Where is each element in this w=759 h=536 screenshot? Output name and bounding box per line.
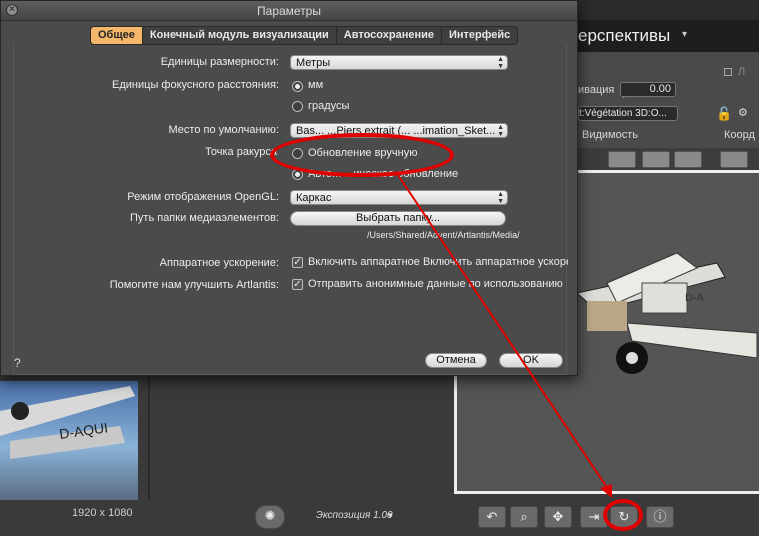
view-grid-icon[interactable]	[720, 151, 748, 168]
units-label: Единицы размерности:	[160, 56, 279, 68]
perspective-title: ерспективы	[578, 26, 671, 45]
preview-thumbnail[interactable]: D-AQUI	[0, 381, 138, 501]
activation-label: ивация	[578, 84, 615, 96]
thumbnail-airplane-image: D-AQUI	[0, 386, 135, 459]
inspector-panel: ☐ Л ивация ( 🔓 ⚙ Видимость Коорд	[578, 52, 759, 148]
tab-render-engine[interactable]: Конечный модуль визуализации	[143, 27, 337, 44]
view-fit-icon[interactable]	[642, 151, 670, 168]
choose-folder-button[interactable]: Выбрать папку...	[290, 211, 506, 226]
undo-icon[interactable]: ↶	[478, 506, 506, 528]
media-path-label: Путь папки медиаэлементов:	[130, 212, 279, 224]
view-window-icon[interactable]	[674, 151, 702, 168]
media-path-value: /Users/Shared/Advent/Artlantis/Media/	[367, 230, 520, 240]
popup-arrows-icon: ▲ ▼	[497, 124, 504, 138]
help-icon[interactable]: ?	[14, 356, 21, 370]
tab-interface[interactable]: Интерфейс	[442, 27, 517, 44]
default-place-label: Место по умолчанию:	[168, 124, 280, 136]
popup-arrows-icon: ▲ ▼	[497, 191, 504, 205]
ok-button[interactable]: OK	[499, 353, 563, 368]
view-frame-icon[interactable]	[608, 151, 636, 168]
activation-field[interactable]: 0.00	[620, 82, 676, 97]
focal-units-label: Единицы фокусного расстояния:	[112, 79, 279, 91]
lock-checkbox[interactable]: ☐	[723, 66, 733, 79]
lock-label: Л	[738, 66, 746, 78]
resolution-label: 1920 x 1080	[72, 507, 133, 519]
general-tab-content	[13, 44, 567, 375]
annotation-ring-manual-update	[270, 133, 454, 177]
improve-text: Отправить анонимные данные по использова…	[308, 278, 563, 290]
dialog-title: Параметры	[257, 4, 321, 18]
cancel-button[interactable]: Отмена	[425, 353, 487, 368]
improve-label: Помогите нам улучшить Artlantis:	[109, 279, 279, 291]
info-icon[interactable]: ⓘ	[646, 506, 674, 528]
svg-text:D-A: D-A	[685, 292, 705, 304]
focal-degrees-label: градусы	[308, 100, 350, 112]
opengl-popup[interactable]: Каркас ▲ ▼	[290, 190, 508, 205]
focal-mm-label: мм	[308, 79, 324, 91]
perspective-menu-chevron-icon[interactable]: ▾	[682, 29, 687, 40]
settings-icon[interactable]: ⚙	[738, 106, 748, 119]
hw-accel-checkbox[interactable]: ✓	[292, 257, 303, 268]
exposure-dropdown-icon[interactable]: ▾	[388, 510, 393, 521]
tab-bar: Общее Конечный модуль визуализации Автос…	[90, 26, 519, 45]
focal-degrees-radio[interactable]	[292, 101, 303, 112]
vegetation-select[interactable]: t:Végétation 3D:O...	[578, 106, 678, 121]
units-popup[interactable]: Метры ▲ ▼	[290, 55, 508, 70]
coords-header: Коорд	[724, 129, 755, 141]
visibility-header: Видимость	[582, 129, 638, 141]
viewpoint-label: Точка ракурса	[205, 146, 277, 158]
hw-accel-text: Включить аппаратное Включить аппаратное …	[308, 256, 568, 268]
tab-general[interactable]: Общее	[91, 27, 143, 44]
opengl-label: Режим отображения OpenGL:	[127, 191, 279, 203]
sun-icon[interactable]: ✺	[255, 505, 285, 529]
annotation-ring-refresh	[603, 499, 643, 531]
popup-arrows-icon: ▲ ▼	[497, 56, 504, 70]
move-icon[interactable]: ✥	[544, 506, 572, 528]
improve-checkbox[interactable]: ✓	[292, 279, 303, 290]
units-value: Метры	[296, 57, 331, 69]
hw-accel-label: Аппаратное ускорение:	[159, 257, 279, 269]
exposure-label[interactable]: Экспозиция 1.00	[316, 510, 393, 521]
tab-autosave[interactable]: Автосохранение	[337, 27, 442, 44]
preferences-dialog: × Параметры Общее Конечный модуль визуал…	[0, 0, 578, 376]
zoom-icon[interactable]: ⌕	[510, 506, 538, 528]
focal-mm-radio[interactable]	[292, 81, 303, 92]
opengl-value: Каркас	[296, 192, 332, 204]
lock-icon[interactable]: 🔓	[716, 106, 732, 122]
